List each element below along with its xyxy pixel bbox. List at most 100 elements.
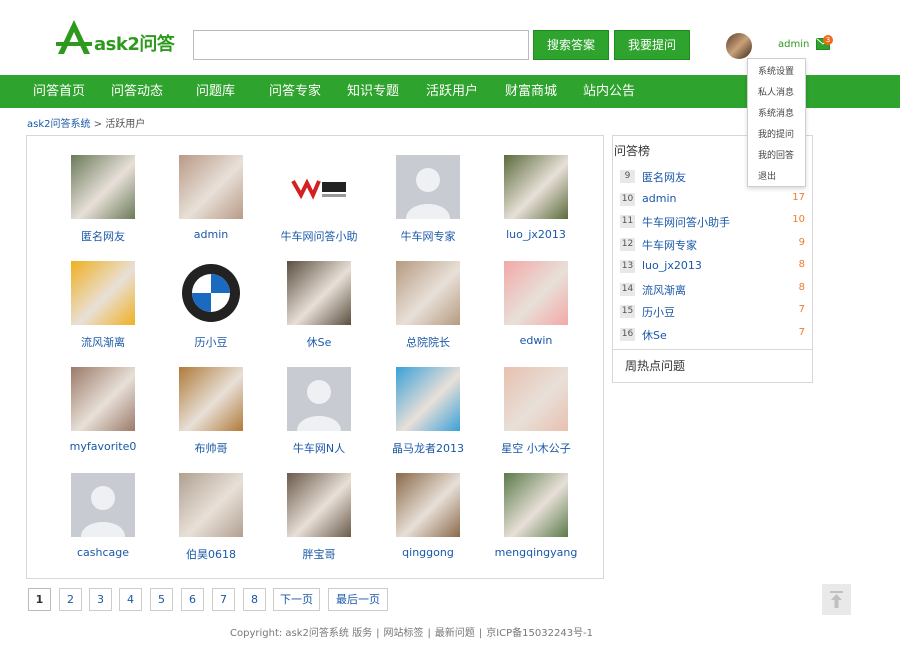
rank-user-link[interactable]: 匿名网友	[642, 169, 686, 185]
user-name-link[interactable]: cashcage	[47, 546, 159, 559]
page-button-1[interactable]: 1	[28, 588, 51, 611]
user-name-link[interactable]: 牛车网专家	[372, 228, 484, 244]
nav-item-active-users[interactable]: 活跃用户	[426, 75, 478, 108]
user-card[interactable]: mengqingyang	[486, 473, 586, 573]
menu-item-logout[interactable]: 退出	[748, 167, 805, 188]
menu-item-my-questions[interactable]: 我的提问	[748, 125, 805, 146]
rank-user-link[interactable]: 牛车网专家	[642, 237, 697, 253]
nav-item-announcements[interactable]: 站内公告	[583, 75, 635, 108]
user-card[interactable]: 牛车网专家	[378, 155, 478, 255]
user-card[interactable]: 胖宝哥	[269, 473, 369, 573]
user-card[interactable]: 流风渐离	[53, 261, 153, 361]
user-name-link[interactable]: 休Se	[263, 334, 375, 350]
ask-question-button[interactable]: 我要提问	[614, 30, 690, 60]
menu-item-private-messages[interactable]: 私人消息	[748, 83, 805, 104]
user-name-link[interactable]: 星空 小木公子	[480, 440, 592, 456]
rank-user-link[interactable]: admin	[642, 192, 676, 205]
back-to-top-button[interactable]	[822, 584, 851, 615]
user-card[interactable]: qinggong	[378, 473, 478, 573]
user-name-link[interactable]: 历小豆	[155, 334, 267, 350]
user-name-link[interactable]: edwin	[480, 334, 592, 347]
user-avatar-cartoon-girl[interactable]	[504, 261, 568, 325]
nav-item-topics[interactable]: 知识专题	[347, 75, 399, 108]
user-card[interactable]: 晶马龙者2013	[378, 367, 478, 467]
user-avatar-logo-bmw[interactable]	[179, 261, 243, 325]
footer-latest-link[interactable]: 最新问题	[435, 628, 475, 639]
user-card[interactable]: cashcage	[53, 473, 153, 573]
page-button-6[interactable]: 6	[181, 588, 204, 611]
user-card[interactable]: 牛车网N人	[269, 367, 369, 467]
last-page-button[interactable]: 最后一页	[328, 588, 388, 611]
user-avatar-photo-beach[interactable]	[396, 367, 460, 431]
user-card[interactable]: 历小豆	[161, 261, 261, 361]
user-card[interactable]: 星空 小木公子	[486, 367, 586, 467]
page-button-2[interactable]: 2	[59, 588, 82, 611]
user-avatar-default-avatar[interactable]	[287, 367, 351, 431]
user-card[interactable]: luo_jx2013	[486, 155, 586, 255]
username-link[interactable]: admin	[778, 39, 809, 50]
user-avatar[interactable]	[726, 33, 752, 59]
rank-user-link[interactable]: 牛车网问答小助手	[642, 214, 730, 230]
user-avatar-photo-man[interactable]	[287, 261, 351, 325]
user-name-link[interactable]: luo_jx2013	[480, 228, 592, 241]
nav-item-experts[interactable]: 问答专家	[269, 75, 321, 108]
rank-user-link[interactable]: 流风渐离	[642, 282, 686, 298]
nav-item-question-bank[interactable]: 问题库	[196, 75, 235, 108]
user-name-link[interactable]: myfavorite0	[47, 440, 159, 453]
user-name-link[interactable]: qinggong	[372, 546, 484, 559]
user-card[interactable]: edwin	[486, 261, 586, 361]
user-avatar-photo-map[interactable]	[179, 473, 243, 537]
rank-user-link[interactable]: 休Se	[642, 327, 667, 343]
user-name-link[interactable]: admin	[155, 228, 267, 241]
rank-user-link[interactable]: luo_jx2013	[642, 259, 702, 272]
nav-item-activity[interactable]: 问答动态	[111, 75, 163, 108]
user-name-link[interactable]: 牛车网N人	[263, 440, 375, 456]
user-name-link[interactable]: 总院院长	[372, 334, 484, 350]
user-name-link[interactable]: 牛车网问答小助	[263, 228, 375, 244]
menu-item-system-messages[interactable]: 系统消息	[748, 104, 805, 125]
user-name-link[interactable]: 匿名网友	[47, 228, 159, 244]
user-name-link[interactable]: 胖宝哥	[263, 546, 375, 562]
user-name-link[interactable]: 伯昊0618	[155, 546, 267, 562]
footer-icp[interactable]: 京ICP备15032243号-1	[486, 628, 593, 639]
user-name-link[interactable]: 流风渐离	[47, 334, 159, 350]
user-avatar-photo-hiker[interactable]	[504, 473, 568, 537]
search-button[interactable]: 搜索答案	[533, 30, 609, 60]
user-avatar-cartoon-figure[interactable]	[71, 261, 135, 325]
user-avatar-photo-blur[interactable]	[287, 473, 351, 537]
page-button-7[interactable]: 7	[212, 588, 235, 611]
weekly-hot-title[interactable]: 周热点问题	[625, 357, 685, 374]
user-card[interactable]: admin	[161, 155, 261, 255]
nav-item-store[interactable]: 财富商城	[505, 75, 557, 108]
site-logo[interactable]: ask2问答	[54, 18, 184, 58]
nav-item-home[interactable]: 问答首页	[33, 75, 85, 108]
page-button-8[interactable]: 8	[243, 588, 266, 611]
rank-user-link[interactable]: 历小豆	[642, 304, 675, 320]
menu-item-my-answers[interactable]: 我的回答	[748, 146, 805, 167]
next-page-button[interactable]: 下一页	[273, 588, 320, 611]
user-avatar-default-avatar[interactable]	[396, 155, 460, 219]
user-avatar-photo-baby[interactable]	[396, 261, 460, 325]
user-name-link[interactable]: 布帅哥	[155, 440, 267, 456]
user-card[interactable]: 休Se	[269, 261, 369, 361]
user-card[interactable]: 伯昊0618	[161, 473, 261, 573]
user-avatar-photo-girl[interactable]	[504, 367, 568, 431]
user-card[interactable]: 牛车网问答小助	[269, 155, 369, 255]
user-card[interactable]: 布帅哥	[161, 367, 261, 467]
user-avatar-default-avatar[interactable]	[71, 473, 135, 537]
page-button-4[interactable]: 4	[119, 588, 142, 611]
user-name-link[interactable]: 晶马龙者2013	[372, 440, 484, 456]
footer-sitemap-link[interactable]: 网站标签	[383, 628, 423, 639]
user-avatar-photo-woman[interactable]	[179, 155, 243, 219]
breadcrumb-home[interactable]: ask2问答系统	[27, 119, 91, 130]
user-avatar-photo-young-man[interactable]	[71, 367, 135, 431]
user-card[interactable]: 匿名网友	[53, 155, 153, 255]
menu-item-settings[interactable]: 系统设置	[748, 62, 805, 83]
page-button-5[interactable]: 5	[150, 588, 173, 611]
user-avatar-photo-kangaroo[interactable]	[179, 367, 243, 431]
user-avatar-photo-actor[interactable]	[396, 473, 460, 537]
user-avatar-photo-child[interactable]	[71, 155, 135, 219]
user-card[interactable]: 总院院长	[378, 261, 478, 361]
user-avatar-logo-niuchewang[interactable]	[287, 155, 351, 219]
user-card[interactable]: myfavorite0	[53, 367, 153, 467]
